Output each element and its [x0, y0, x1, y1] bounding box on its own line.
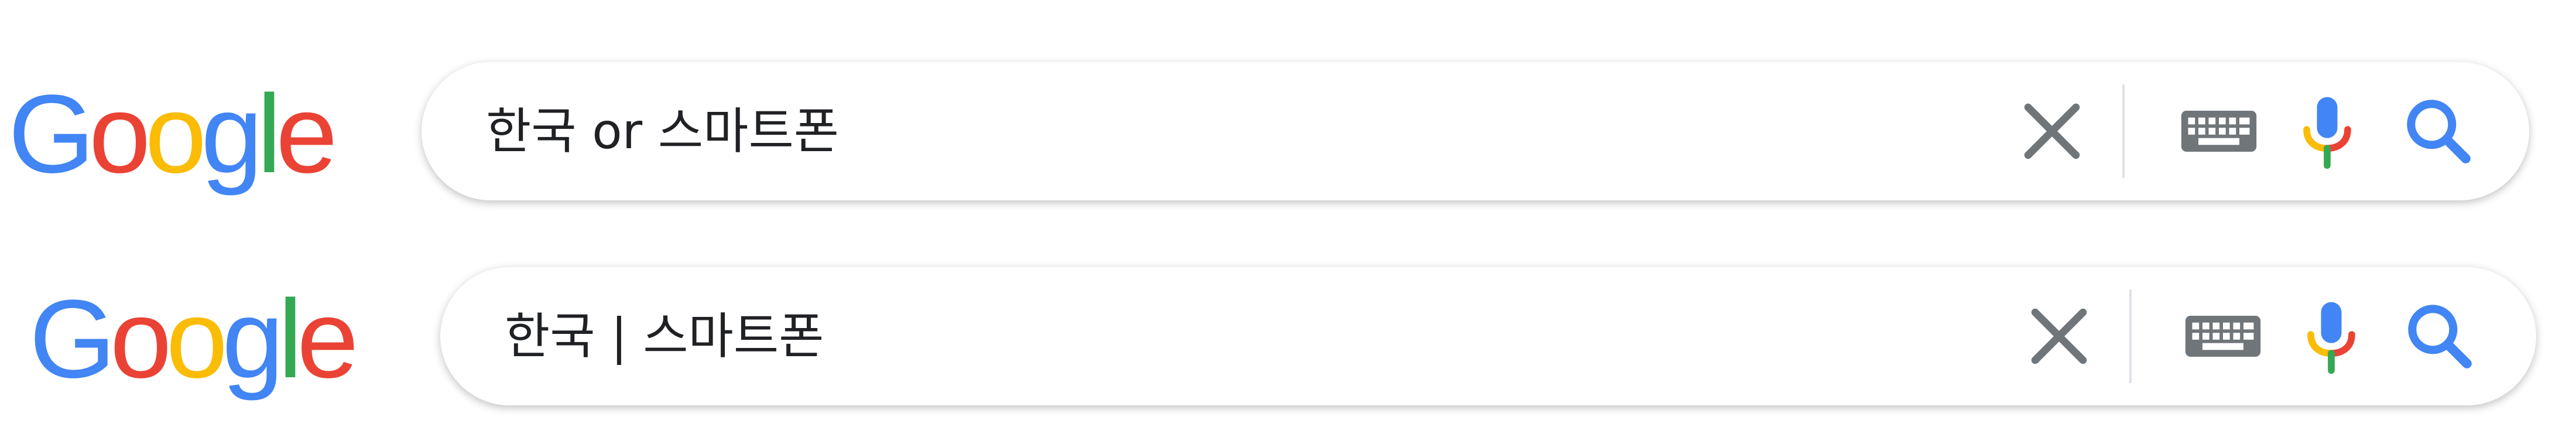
microphone-icon [2307, 302, 2355, 374]
logo-letter: l [278, 277, 303, 401]
logo-letter: e [276, 72, 338, 196]
keyboard-button[interactable] [2178, 90, 2260, 172]
voice-search-button[interactable] [2286, 90, 2368, 172]
keyboard-icon [2185, 316, 2261, 357]
search-box[interactable]: 한국 or 스마트폰 [422, 62, 2529, 200]
logo-letter: G [8, 72, 95, 196]
divider [2122, 84, 2125, 178]
search-box[interactable]: 한국 | 스마트폰 [440, 267, 2536, 405]
logo-letter: e [297, 277, 359, 401]
voice-search-button[interactable] [2290, 295, 2372, 377]
divider [2129, 289, 2132, 383]
logo-letter: o [145, 72, 207, 196]
google-logo[interactable]: Google [29, 277, 359, 401]
search-row-1: Google 한국 or 스마트폰 [0, 59, 2576, 211]
keyboard-button[interactable] [2182, 295, 2264, 377]
logo-letter: g [201, 72, 263, 196]
logo-letter: G [29, 277, 116, 401]
logo-letter: l [256, 72, 282, 196]
close-icon [2024, 103, 2080, 159]
google-logo[interactable]: Google [8, 72, 338, 196]
clear-button[interactable] [2011, 90, 2093, 172]
search-input[interactable]: 한국 | 스마트폰 [505, 267, 824, 405]
microphone-icon [2303, 97, 2351, 169]
search-icon [2408, 305, 2472, 368]
search-icon [2407, 100, 2471, 163]
logo-letter: g [222, 277, 284, 401]
search-row-2: Google 한국 | 스마트폰 [0, 264, 2576, 416]
search-button[interactable] [2397, 90, 2479, 172]
logo-letter: o [166, 277, 228, 401]
keyboard-icon [2181, 111, 2257, 152]
close-icon [2031, 308, 2087, 364]
search-button[interactable] [2399, 295, 2481, 377]
clear-button[interactable] [2018, 295, 2100, 377]
logo-letter: o [109, 277, 172, 401]
logo-letter: o [88, 72, 151, 196]
search-input[interactable]: 한국 or 스마트폰 [486, 62, 839, 200]
